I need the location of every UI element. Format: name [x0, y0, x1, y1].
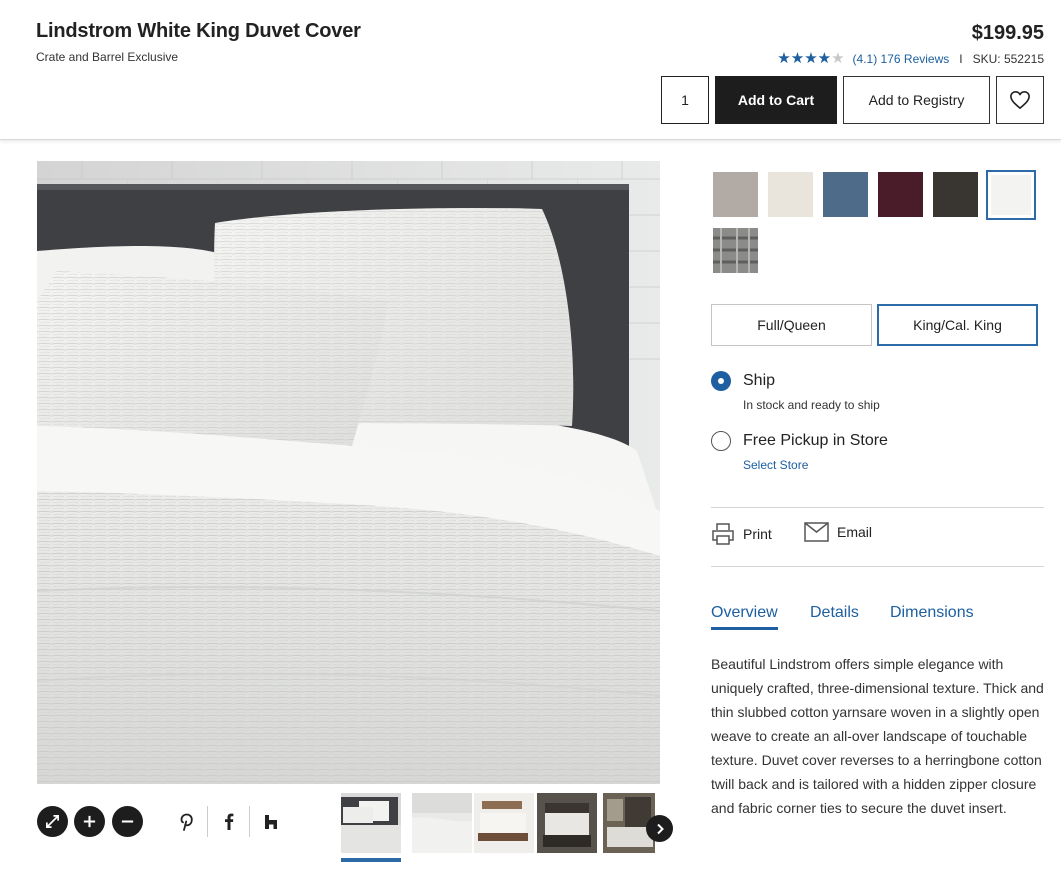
tab-details[interactable]: Details: [810, 604, 859, 622]
thumbnail-next-button[interactable]: [646, 815, 673, 842]
color-swatch-3[interactable]: [823, 172, 868, 217]
plus-icon: [83, 815, 96, 828]
thumbnail-4[interactable]: [537, 793, 597, 853]
main-product-image[interactable]: [37, 161, 660, 784]
color-swatch-1[interactable]: [713, 172, 758, 217]
print-label: Print: [743, 526, 772, 542]
minus-icon: [121, 820, 134, 823]
size-option-king[interactable]: King/Cal. King: [877, 304, 1038, 346]
quantity-input[interactable]: 1: [661, 76, 709, 124]
add-to-cart-button[interactable]: Add to Cart: [715, 76, 837, 124]
star-rating-icon: ★★★★★ ★★★★★: [777, 51, 844, 66]
color-swatch-6: [991, 175, 1031, 215]
houzz-share-button[interactable]: [261, 806, 281, 837]
print-button[interactable]: Print: [711, 522, 772, 546]
chevron-right-icon: [656, 823, 664, 834]
expand-icon: [46, 815, 59, 828]
share-divider: [207, 806, 208, 837]
facebook-icon: [225, 813, 234, 830]
product-subtitle: Crate and Barrel Exclusive: [36, 50, 179, 64]
tab-dimensions[interactable]: Dimensions: [890, 604, 974, 622]
product-header: Lindstrom White King Duvet Cover Crate a…: [0, 0, 1061, 140]
overview-description: Beautiful Lindstrom offers simple elegan…: [711, 656, 1044, 816]
color-swatch-7[interactable]: [713, 228, 758, 273]
product-price: $199.95: [971, 22, 1044, 44]
expand-button[interactable]: [37, 806, 68, 837]
heart-icon: [1010, 91, 1030, 109]
color-swatch-5[interactable]: [933, 172, 978, 217]
sku-label: SKU: 552215: [972, 51, 1044, 66]
ship-label: Ship: [743, 372, 776, 389]
thumbnail-image: [341, 793, 401, 853]
bed-photo: [37, 161, 660, 784]
plaid-pattern: [713, 228, 758, 273]
stars-filled: ★★★★★: [777, 51, 832, 66]
thumbnail-image: [537, 793, 597, 853]
size-option-full-queen[interactable]: Full/Queen: [711, 304, 872, 346]
email-button[interactable]: Email: [804, 522, 872, 542]
envelope-icon: [804, 522, 829, 542]
thumbnail-2[interactable]: [412, 793, 472, 853]
zoom-in-button[interactable]: [74, 806, 105, 837]
product-title: Lindstrom White King Duvet Cover: [36, 20, 361, 42]
thumbnail-3[interactable]: [474, 793, 534, 853]
pinterest-icon: [180, 813, 193, 831]
share-divider: [249, 806, 250, 837]
pickup-label: Free Pickup in Store: [743, 432, 888, 449]
favorite-button[interactable]: [996, 76, 1044, 124]
email-label: Email: [837, 524, 873, 540]
add-to-registry-button[interactable]: Add to Registry: [843, 76, 990, 124]
rating-row: ★★★★★ ★★★★★ (4.1) 176 Reviews I SKU: 552…: [777, 51, 1044, 66]
reviews-link[interactable]: (4.1) 176 Reviews: [853, 52, 950, 66]
houzz-icon: [265, 814, 277, 829]
printer-icon: [712, 523, 734, 545]
tab-overview[interactable]: Overview: [711, 604, 778, 622]
zoom-out-button[interactable]: [112, 806, 143, 837]
thumbnail-image: [474, 793, 534, 853]
thumbnail-1[interactable]: [341, 793, 401, 853]
active-tab-underline: [711, 627, 778, 630]
active-thumbnail-indicator: [341, 858, 401, 862]
pinterest-share-button[interactable]: [177, 806, 197, 837]
thumbnail-image: [412, 793, 472, 853]
divider: [711, 566, 1044, 567]
ship-radio[interactable]: [711, 371, 731, 391]
separator: I: [959, 51, 963, 66]
radio-dot: [718, 378, 724, 384]
select-store-link[interactable]: Select Store: [743, 458, 808, 472]
color-swatch-2[interactable]: [768, 172, 813, 217]
facebook-share-button[interactable]: [219, 806, 239, 837]
ship-availability: In stock and ready to ship: [743, 398, 880, 412]
divider: [711, 507, 1044, 508]
color-swatch-6-selected[interactable]: [986, 170, 1036, 220]
pickup-radio[interactable]: [711, 431, 731, 451]
color-swatch-4[interactable]: [878, 172, 923, 217]
